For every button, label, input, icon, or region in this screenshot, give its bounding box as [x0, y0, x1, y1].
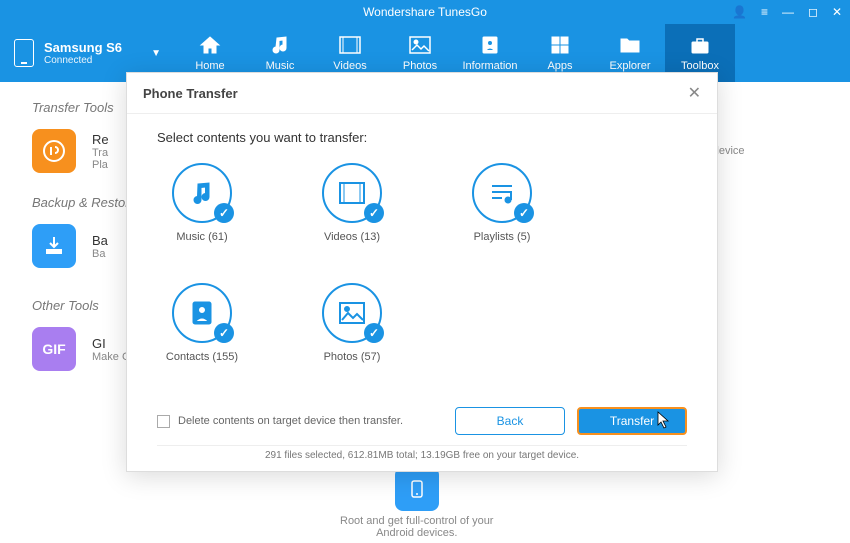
- chevron-down-icon: ▼: [151, 48, 161, 59]
- content-label: Photos (57): [307, 351, 397, 363]
- back-button[interactable]: Back: [455, 407, 565, 435]
- window-controls: 👤 ≡ — ◻ ✕: [732, 5, 842, 19]
- modal-prompt: Select contents you want to transfer:: [157, 130, 687, 145]
- content-contacts[interactable]: Contacts (155): [157, 283, 247, 363]
- content-videos[interactable]: Videos (13): [307, 163, 397, 243]
- home-icon: [198, 34, 222, 56]
- status-bar: 291 files selected, 612.81MB total; 13.1…: [157, 445, 687, 461]
- checkbox[interactable]: [157, 415, 170, 428]
- content-grid: Music (61) Videos (13) Playlists (5) Con…: [157, 163, 687, 363]
- check-icon: [514, 203, 534, 223]
- content-label: Playlists (5): [457, 231, 547, 243]
- modal-title: Phone Transfer: [143, 86, 238, 101]
- nav-label: Information: [462, 60, 517, 72]
- apps-icon: [548, 34, 572, 56]
- transfer-button[interactable]: Transfer: [577, 407, 687, 435]
- modal-body: Select contents you want to transfer: Mu…: [127, 114, 717, 395]
- nav-label: Home: [195, 60, 224, 72]
- minimize-icon[interactable]: —: [782, 5, 794, 19]
- device-selector[interactable]: Samsung S6 Connected ▼: [0, 39, 175, 67]
- maximize-icon[interactable]: ◻: [808, 5, 818, 19]
- phone-icon: [14, 39, 34, 67]
- backup-icon: [32, 224, 76, 268]
- photos-icon: [408, 34, 432, 56]
- content-label: Contacts (155): [157, 351, 247, 363]
- gif-icon: GIF: [32, 327, 76, 371]
- card-title: Ba: [92, 233, 108, 248]
- nav-label: Explorer: [610, 60, 651, 72]
- close-icon[interactable]: ✕: [688, 83, 701, 103]
- root-desc1: Root and get full-control of your: [340, 515, 493, 527]
- check-icon: [364, 323, 384, 343]
- nav-label: Photos: [403, 60, 437, 72]
- folder-icon: [618, 34, 642, 56]
- nav-label: Videos: [333, 60, 366, 72]
- content-music[interactable]: Music (61): [157, 163, 247, 243]
- videos-icon: [338, 34, 362, 56]
- nav-label: Music: [266, 60, 295, 72]
- root-icon: [395, 467, 439, 511]
- modal-footer: Delete contents on target device then tr…: [127, 395, 717, 471]
- close-window-icon[interactable]: ✕: [832, 5, 842, 19]
- cursor-icon: [657, 411, 671, 429]
- phone-transfer-modal: Phone Transfer ✕ Select contents you wan…: [126, 72, 718, 472]
- nav-label: Apps: [547, 60, 572, 72]
- content-playlists[interactable]: Playlists (5): [457, 163, 547, 243]
- delete-label: Delete contents on target device then tr…: [178, 415, 403, 427]
- contacts-icon: [478, 34, 502, 56]
- check-icon: [214, 203, 234, 223]
- card-desc: Tra: [92, 147, 109, 159]
- card-root[interactable]: Root and get full-control of your Androi…: [340, 467, 493, 539]
- titlebar: Wondershare TunesGo 👤 ≡ — ◻ ✕: [0, 0, 850, 24]
- device-status: Connected: [44, 55, 122, 66]
- menu-icon[interactable]: ≡: [761, 5, 768, 19]
- delete-before-transfer[interactable]: Delete contents on target device then tr…: [157, 415, 403, 428]
- user-icon[interactable]: 👤: [732, 5, 747, 19]
- check-icon: [214, 323, 234, 343]
- card-desc: Ba: [92, 248, 108, 260]
- content-photos[interactable]: Photos (57): [307, 283, 397, 363]
- rebuild-icon: [32, 129, 76, 173]
- device-name: Samsung S6: [44, 40, 122, 55]
- app-title: Wondershare TunesGo: [363, 5, 487, 19]
- music-icon: [268, 34, 292, 56]
- toolbox-icon: [688, 34, 712, 56]
- content-label: Videos (13): [307, 231, 397, 243]
- root-desc2: Android devices.: [340, 527, 493, 539]
- card-title: Re: [92, 132, 109, 147]
- content-label: Music (61): [157, 231, 247, 243]
- nav-label: Toolbox: [681, 60, 719, 72]
- check-icon: [364, 203, 384, 223]
- card-desc: Pla: [92, 159, 109, 171]
- modal-header: Phone Transfer ✕: [127, 73, 717, 114]
